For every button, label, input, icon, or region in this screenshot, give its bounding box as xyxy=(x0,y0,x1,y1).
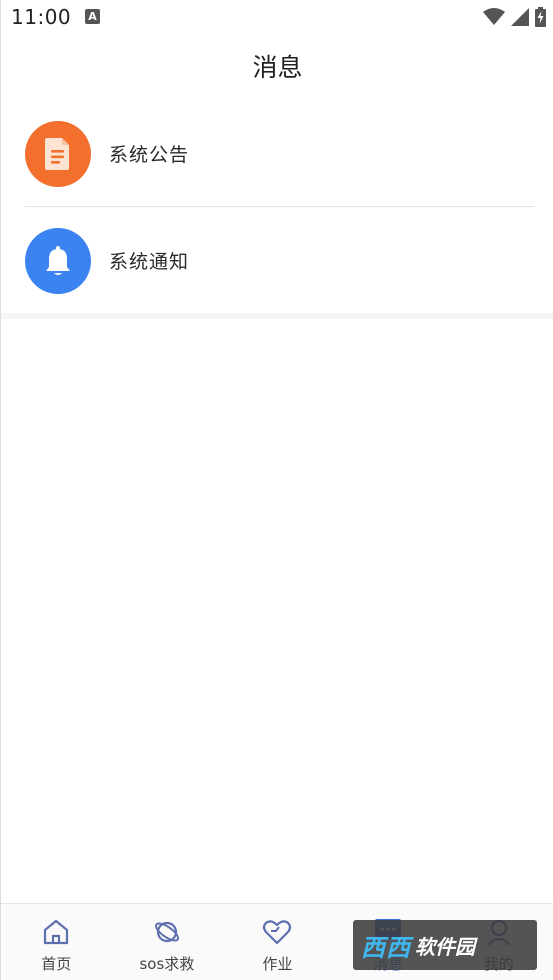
message-list: 系统公告 系统通知 xyxy=(1,100,553,314)
wifi-icon xyxy=(483,8,505,25)
signal-icon xyxy=(511,8,529,26)
list-item-label: 系统通知 xyxy=(109,251,190,273)
list-item-label: 系统公告 xyxy=(109,144,190,166)
notification-a-icon: A xyxy=(85,9,100,24)
watermark-brand: 西西 xyxy=(361,933,411,962)
status-time: 11:00 xyxy=(11,5,72,29)
tab-home[interactable]: 首页 xyxy=(1,904,112,980)
battery-charging-icon xyxy=(535,7,546,27)
watermark-logo: 西西 软件园 xyxy=(353,920,537,970)
status-icons xyxy=(483,7,546,27)
tab-sos[interactable]: sos求救 xyxy=(112,904,223,980)
section-divider xyxy=(1,313,553,319)
page-title: 消息 xyxy=(252,53,303,82)
heart-icon xyxy=(262,917,292,947)
status-bar: 11:00 A xyxy=(1,0,553,34)
list-item-system-notification[interactable]: 系统通知 xyxy=(1,207,553,314)
screen: 11:00 A 消息 系统公告 系统通知 首页 sos求救 作业 西西 软件园 xyxy=(0,0,553,980)
tab-label: sos求救 xyxy=(139,955,195,973)
home-icon xyxy=(41,917,71,947)
tab-homework[interactable]: 作业 xyxy=(222,904,333,980)
list-item-system-announcement[interactable]: 系统公告 xyxy=(1,100,553,207)
bell-icon xyxy=(25,227,91,294)
document-icon xyxy=(25,120,91,187)
tab-label: 作业 xyxy=(262,955,293,973)
watermark-suffix: 软件园 xyxy=(415,934,475,959)
planet-icon xyxy=(152,917,182,947)
tab-label: 首页 xyxy=(41,955,72,973)
